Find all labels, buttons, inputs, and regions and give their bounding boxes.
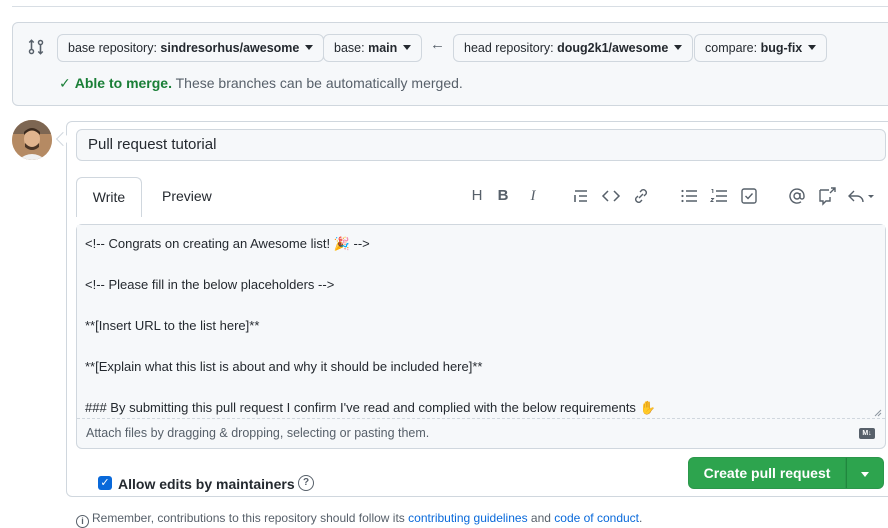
quote-icon[interactable]: [570, 185, 592, 207]
chevron-down-icon: [305, 45, 314, 50]
top-divider: [12, 6, 888, 7]
unordered-list-icon[interactable]: [678, 185, 700, 207]
mention-icon[interactable]: [786, 185, 808, 207]
info-icon: i: [76, 515, 89, 528]
chevron-down-icon: [808, 45, 817, 50]
body-line: <!-- Congrats on creating an Awesome lis…: [85, 236, 370, 251]
markdown-icon[interactable]: M↓: [859, 428, 875, 439]
body-line: **[Explain what this list is about and w…: [85, 359, 483, 374]
tab-write[interactable]: Write: [76, 177, 142, 217]
body-line: ### By submitting this pull request I co…: [85, 400, 656, 415]
body-line: **[Insert URL to the list here]**: [85, 318, 260, 333]
create-options-dropdown[interactable]: [846, 457, 884, 489]
italic-icon[interactable]: I: [522, 185, 544, 207]
bold-icon[interactable]: B: [492, 185, 514, 207]
body-line: <!-- Please fill in the below placeholde…: [85, 277, 335, 292]
code-icon[interactable]: [600, 185, 622, 207]
chevron-down-icon: [403, 45, 412, 50]
chevron-down-icon: [674, 45, 683, 50]
create-pull-request-button[interactable]: Create pull request: [688, 457, 846, 489]
task-list-icon[interactable]: [738, 185, 760, 207]
avatar[interactable]: [12, 120, 52, 160]
avatar-image: [12, 120, 52, 160]
base-branch-select[interactable]: base: main: [323, 34, 423, 62]
compare-branch-select[interactable]: compare: bug-fix: [694, 34, 828, 62]
cross-reference-icon[interactable]: [816, 185, 838, 207]
merge-status: ✓ Able to merge. These branches can be au…: [59, 75, 463, 91]
contributing-guidelines-link[interactable]: contributing guidelines: [408, 511, 527, 525]
git-compare-icon: [28, 39, 44, 55]
editor-tabbar: Write Preview H B I: [76, 177, 886, 217]
contribution-notice: i Remember, contributions to this reposit…: [76, 511, 642, 528]
help-icon[interactable]: ?: [298, 475, 314, 491]
check-icon: ✓: [59, 75, 71, 91]
comment-editor: <!-- Congrats on creating an Awesome lis…: [76, 224, 886, 449]
attach-files-hint[interactable]: Attach files by dragging & dropping, sel…: [86, 426, 429, 440]
link-icon[interactable]: [630, 185, 652, 207]
allow-edits-checkbox[interactable]: ✓: [98, 476, 112, 490]
ordered-list-icon[interactable]: [708, 185, 730, 207]
code-of-conduct-link[interactable]: code of conduct: [554, 511, 639, 525]
head-repository-select[interactable]: head repository: doug2k1/awesome: [453, 34, 694, 62]
pr-title-input[interactable]: Pull request tutorial: [76, 129, 886, 161]
allow-edits-label[interactable]: Allow edits by maintainers: [118, 476, 295, 492]
base-repository-select[interactable]: base repository: sindresorhus/awesome: [57, 34, 325, 62]
tab-preview[interactable]: Preview: [162, 177, 212, 215]
arrow-left-icon: ←: [430, 36, 445, 53]
pr-body-textarea[interactable]: <!-- Congrats on creating an Awesome lis…: [77, 225, 885, 419]
resize-handle-icon[interactable]: [874, 409, 882, 417]
reply-icon[interactable]: [846, 185, 876, 207]
compare-panel: base repository: sindresorhus/awesome ba…: [12, 22, 888, 106]
chevron-down-icon: [861, 472, 869, 477]
heading-icon[interactable]: H: [466, 185, 488, 207]
